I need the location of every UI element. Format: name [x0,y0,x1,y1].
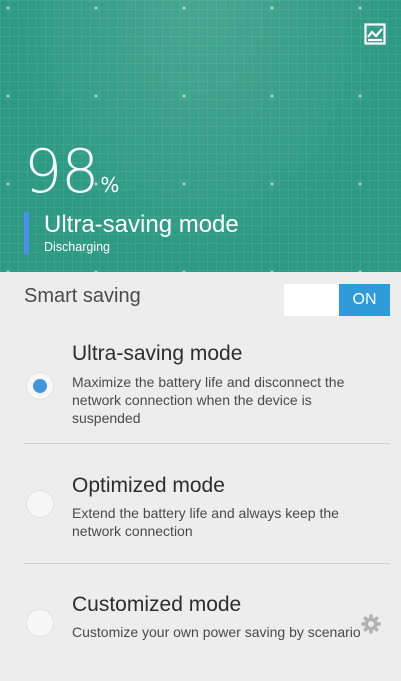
current-mode-title: Ultra-saving mode [44,211,239,238]
option-description: Maximize the battery life and disconnect… [72,374,345,426]
option-description: Customize your own power saving by scena… [72,624,361,640]
battery-percent-value: 98 [24,137,99,207]
mode-indicator-bar [24,212,29,254]
smart-saving-toggle[interactable]: ON [284,284,390,316]
charging-status: Discharging [44,240,111,254]
radio-customized[interactable] [26,609,54,637]
option-title: Customized mode [72,593,242,616]
usage-chart-icon[interactable] [363,22,387,46]
toggle-on-label: ON [339,284,390,316]
option-title: Ultra-saving mode [72,342,243,365]
option-description: Extend the battery life and always keep … [72,505,339,539]
divider [24,563,390,564]
battery-percentage: 98% [24,142,119,202]
smart-saving-label: Smart saving [24,285,141,307]
gear-icon[interactable] [360,613,382,635]
percent-sign: % [100,173,120,197]
radio-ultra-saving[interactable] [26,372,54,400]
divider [24,443,390,444]
battery-status-header: 98% Ultra-saving mode Discharging [0,0,401,272]
option-title: Optimized mode [72,474,225,497]
radio-optimized[interactable] [26,490,54,518]
